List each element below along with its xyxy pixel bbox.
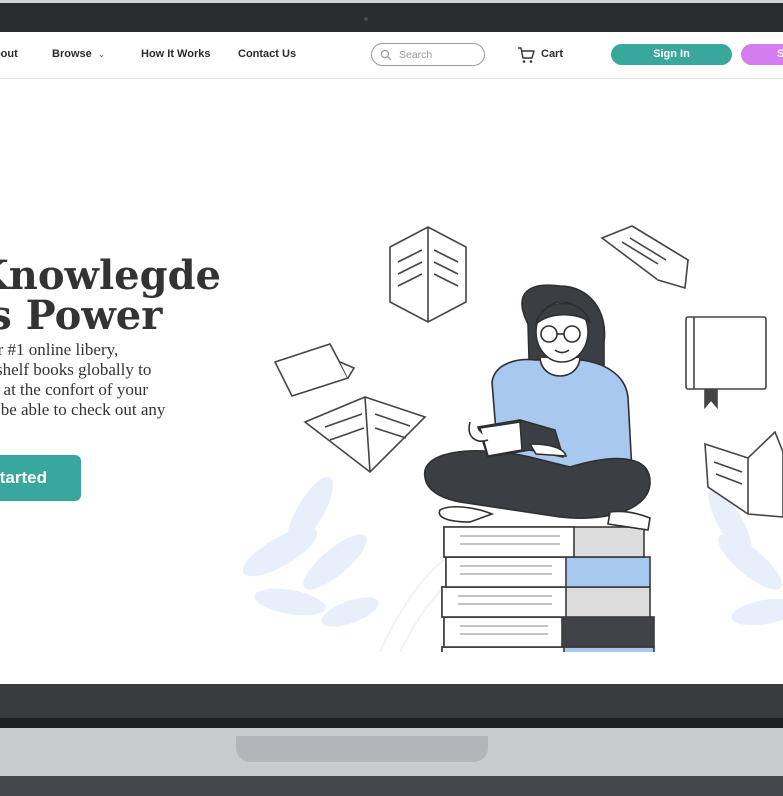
search-icon bbox=[380, 49, 392, 61]
flying-book bbox=[303, 396, 427, 474]
hero-text-line: now at the confort of your bbox=[0, 380, 148, 399]
website-screen: About Browse ⌄ How It Works Contact Us Se… bbox=[0, 32, 783, 684]
leaves-left bbox=[242, 476, 379, 627]
woman bbox=[424, 284, 651, 531]
nav-browse-label: Browse bbox=[52, 48, 92, 60]
cart-link[interactable]: Cart bbox=[517, 46, 577, 64]
nav-about[interactable]: About bbox=[0, 48, 18, 60]
navbar: About Browse ⌄ How It Works Contact Us Se… bbox=[0, 32, 783, 79]
chevron-down-icon: ⌄ bbox=[97, 49, 106, 59]
reading-woman-illustration bbox=[242, 225, 783, 652]
hero-description: Your #1 online libery, top shelf books g… bbox=[0, 340, 250, 420]
hero-title-line1: Knowlegde bbox=[0, 252, 221, 299]
laptop-notch bbox=[236, 736, 488, 762]
search-placeholder: Search bbox=[399, 49, 433, 61]
hero-text-line: will be able to check out any bbox=[0, 400, 166, 419]
nav-browse[interactable]: Browse ⌄ bbox=[52, 48, 105, 60]
sign-up-button[interactable]: Sign Up bbox=[741, 44, 783, 65]
flying-book bbox=[389, 226, 467, 323]
laptop-hinge bbox=[0, 718, 783, 728]
book-stack bbox=[441, 526, 655, 652]
hero-title: Knowlegde is Power bbox=[0, 256, 221, 336]
flying-book bbox=[600, 225, 690, 290]
cart-icon bbox=[518, 47, 535, 63]
laptop-bezel-top bbox=[0, 0, 783, 32]
hero-title-line2: is Power bbox=[0, 292, 163, 339]
flying-book bbox=[685, 316, 767, 410]
search-input[interactable]: Search bbox=[371, 43, 485, 66]
get-started-button[interactable]: Get Started bbox=[0, 455, 81, 501]
nav-how-it-works[interactable]: How It Works bbox=[141, 48, 210, 60]
cart-label: Cart bbox=[541, 48, 564, 60]
hero-text-line: Your #1 online libery, bbox=[0, 340, 119, 359]
flying-book bbox=[273, 343, 356, 397]
camera-dot bbox=[364, 17, 368, 21]
sign-in-button[interactable]: Sign In bbox=[611, 44, 732, 65]
nav-contact[interactable]: Contact Us bbox=[238, 48, 296, 60]
laptop-base-shadow bbox=[0, 776, 783, 796]
hero-text-line: top shelf books globally to bbox=[0, 360, 152, 379]
